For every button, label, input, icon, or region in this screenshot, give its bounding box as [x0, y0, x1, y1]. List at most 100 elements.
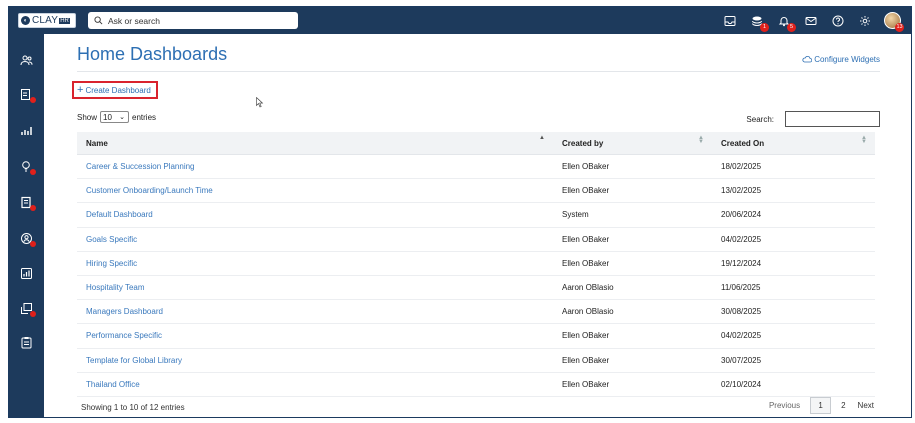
page-title: Home Dashboards [77, 44, 228, 64]
entries-select[interactable]: 10 ⌄ [100, 111, 130, 123]
header-name-label: Name [86, 138, 108, 148]
previous-page-button[interactable]: Previous [763, 397, 806, 414]
dashboard-link[interactable]: Default Dashboard [86, 210, 153, 219]
notifications-bell-icon[interactable]: 5 [775, 12, 796, 32]
chevron-down-icon: ⌄ [119, 114, 126, 121]
created-by-cell: Ellen OBaker [562, 186, 610, 196]
table-row: Hiring Specific Ellen OBaker 19/12/2024 [77, 252, 875, 276]
table-row: Thailand Office Ellen OBaker 02/10/2024 [77, 373, 875, 397]
created-by-cell: Aaron OBlasio [562, 307, 614, 317]
created-on-cell: 18/02/2025 [721, 162, 762, 172]
sidebar-item-checklist[interactable] [18, 86, 36, 103]
sort-icon: ▲ ▼ [698, 134, 704, 146]
search-placeholder: Ask or search [108, 15, 160, 26]
page-2-button[interactable]: 2 [835, 397, 851, 414]
clayhr-logo[interactable]: ◐ CLAY HR [18, 13, 76, 28]
table-row: Goals Specific Ellen OBaker 04/02/2025 [77, 228, 875, 252]
people-icon [20, 55, 32, 65]
global-search-input[interactable]: Ask or search [88, 12, 298, 29]
bundle-badge: 1 [760, 22, 769, 32]
plus-icon: + [77, 83, 84, 96]
top-icons: 1 5 13 [712, 7, 904, 34]
created-on-cell: 11/06/2025 [721, 283, 761, 293]
settings-gear-icon[interactable] [856, 12, 874, 30]
sidebar-item-reports[interactable] [18, 265, 34, 281]
created-on-cell: 20/06/2024 [721, 210, 762, 220]
dashboard-link[interactable]: Hospitality Team [86, 283, 145, 292]
header-created-by-label: Created by [562, 138, 604, 148]
sidebar-alert-dot [30, 205, 36, 211]
report-chart-icon [20, 267, 32, 279]
created-by-cell: Ellen OBaker [562, 355, 610, 365]
sidebar-alert-dot [30, 241, 36, 247]
sort-asc-icon: ▲ [539, 134, 545, 141]
sidebar-item-people[interactable] [18, 52, 34, 68]
created-by-cell: Ellen OBaker [562, 162, 610, 172]
dashboard-link[interactable]: Performance Specific [86, 331, 162, 340]
dashboard-link[interactable]: Customer Onboarding/Launch Time [86, 186, 213, 195]
page-1-button[interactable]: 1 [810, 397, 832, 414]
entries-label: entries [132, 112, 157, 122]
table-row: Hospitality Team Aaron OBlasio 11/06/202… [77, 276, 875, 301]
table-row: Default Dashboard System 20/06/2024 [77, 203, 875, 228]
avatar-badge: 13 [895, 22, 904, 32]
pagination: Previous 1 2 Next [763, 397, 880, 414]
user-avatar[interactable]: 13 [883, 12, 904, 32]
logo-mark-icon: ◐ [21, 16, 30, 25]
created-by-cell: Ellen OBaker [562, 379, 610, 389]
table-search-input[interactable] [785, 111, 880, 127]
clipboard-icon [21, 336, 31, 348]
created-on-cell: 19/12/2024 [721, 258, 762, 268]
create-dashboard-button[interactable]: + Create Dashboard [72, 81, 158, 99]
created-on-cell: 13/02/2025 [721, 186, 762, 196]
configure-widgets-link[interactable]: Configure Widgets [802, 54, 880, 64]
dashboard-link[interactable]: Thailand Office [86, 380, 140, 389]
notifications-badge: 5 [787, 22, 796, 32]
sidebar-alert-dot [30, 97, 36, 103]
table-row: Customer Onboarding/Launch Time Ellen OB… [77, 179, 875, 204]
dashboard-link[interactable]: Managers Dashboard [86, 307, 163, 316]
mail-icon[interactable] [802, 12, 820, 30]
help-icon[interactable] [829, 12, 847, 30]
sidebar-item-profile[interactable] [18, 230, 36, 247]
header-name[interactable]: Name ▲ [77, 134, 553, 148]
sidebar-alert-dot [30, 311, 36, 317]
table-row: Managers Dashboard Aaron OBlasio 30/08/2… [77, 300, 875, 325]
sidebar-item-ideas[interactable] [18, 158, 36, 175]
main-content: Home Dashboards Configure Widgets + Crea… [44, 34, 911, 417]
header-created-on[interactable]: Created On ▲ ▼ [712, 135, 875, 148]
sidebar-item-documents[interactable] [18, 194, 36, 211]
app-window: ◐ CLAY HR Ask or search 1 5 13 Home Dash… [8, 6, 912, 418]
title-divider [77, 71, 880, 72]
entries-value: 10 [103, 112, 112, 122]
created-on-cell: 04/02/2025 [721, 331, 762, 341]
configure-widgets-label: Configure Widgets [814, 54, 880, 64]
created-by-cell: Aaron OBlasio [562, 283, 614, 293]
cloud-icon [802, 56, 813, 63]
sidebar-item-clipboard[interactable] [18, 334, 34, 350]
dashboard-link[interactable]: Hiring Specific [86, 259, 137, 268]
created-on-cell: 04/02/2025 [721, 234, 762, 244]
sidebar [9, 34, 44, 417]
header-created-on-label: Created On [721, 138, 765, 148]
created-by-cell: Ellen OBaker [562, 234, 610, 244]
sidebar-item-analytics[interactable] [18, 122, 34, 138]
created-on-cell: 30/07/2025 [721, 355, 762, 365]
dashboard-link[interactable]: Career & Succession Planning [86, 162, 195, 171]
header-created-by[interactable]: Created by ▲ ▼ [553, 134, 712, 148]
logo-text: CLAY [32, 15, 59, 26]
table-info: Showing 1 to 10 of 12 entries [81, 403, 185, 412]
show-label: Show [77, 112, 98, 122]
top-bar: ◐ CLAY HR Ask or search 1 5 13 [9, 7, 911, 34]
inbox-icon[interactable] [721, 12, 739, 30]
dashboard-link[interactable]: Template for Global Library [86, 356, 182, 365]
table-row: Career & Succession Planning Ellen OBake… [77, 155, 875, 180]
table-header: Name ▲ Created by ▲ ▼ Created On ▲ ▼ [77, 132, 875, 155]
sidebar-item-tasks[interactable] [18, 300, 36, 317]
show-entries-control: Show 10 ⌄ entries [77, 111, 156, 123]
next-page-button[interactable]: Next [852, 397, 880, 414]
created-by-cell: Ellen OBaker [562, 331, 610, 341]
dashboard-link[interactable]: Goals Specific [86, 235, 137, 244]
table-row: Template for Global Library Ellen OBaker… [77, 349, 875, 373]
bundle-icon[interactable]: 1 [748, 12, 769, 32]
